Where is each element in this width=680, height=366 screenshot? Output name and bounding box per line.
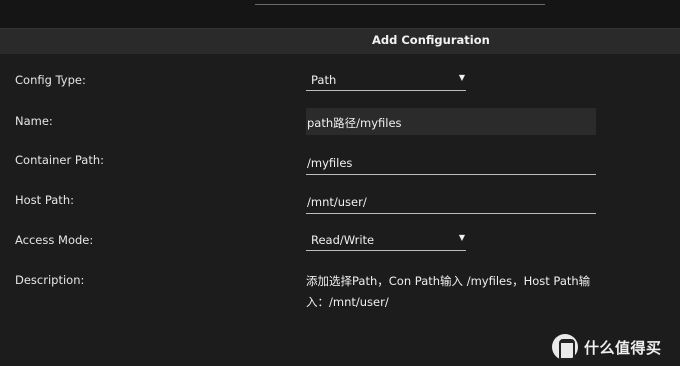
- description-line-2: 入：/mnt/user/: [306, 295, 389, 309]
- dropdown-arrow-icon: ▼: [458, 73, 465, 82]
- host-path-label: Host Path:: [15, 193, 74, 207]
- container-path-label: Container Path:: [15, 153, 104, 167]
- name-label: Name:: [15, 114, 53, 128]
- access-mode-value: Read/Write: [311, 233, 375, 247]
- name-value: path路径/myfiles: [307, 116, 402, 130]
- watermark-logo-icon: [552, 334, 578, 360]
- container-path-value: /myfiles: [307, 156, 353, 170]
- watermark-text: 什么值得买: [584, 338, 662, 357]
- dialog-header: Add Configuration: [0, 28, 680, 54]
- dialog-title: Add Configuration: [372, 33, 490, 47]
- top-divider: [255, 4, 545, 5]
- top-bar: [0, 0, 680, 28]
- access-mode-label: Access Mode:: [15, 233, 94, 247]
- watermark: 什么值得买: [552, 334, 662, 360]
- config-type-value: Path: [311, 73, 337, 87]
- description-line-1: 添加选择Path，Con Path输入 /myfiles，Host Path输: [306, 274, 591, 288]
- description-text: 添加选择Path，Con Path输入 /myfiles，Host Path输 …: [306, 271, 606, 313]
- config-type-select[interactable]: Path ▼: [306, 71, 466, 91]
- dropdown-arrow-icon: ▼: [458, 233, 465, 242]
- host-path-input[interactable]: /mnt/user/: [306, 192, 596, 214]
- config-type-label: Config Type:: [15, 73, 86, 87]
- access-mode-select[interactable]: Read/Write ▼: [306, 231, 466, 251]
- container-path-input[interactable]: /myfiles: [306, 153, 596, 175]
- description-label: Description:: [15, 273, 85, 287]
- name-input[interactable]: path路径/myfiles: [306, 108, 596, 135]
- host-path-value: /mnt/user/: [307, 195, 367, 209]
